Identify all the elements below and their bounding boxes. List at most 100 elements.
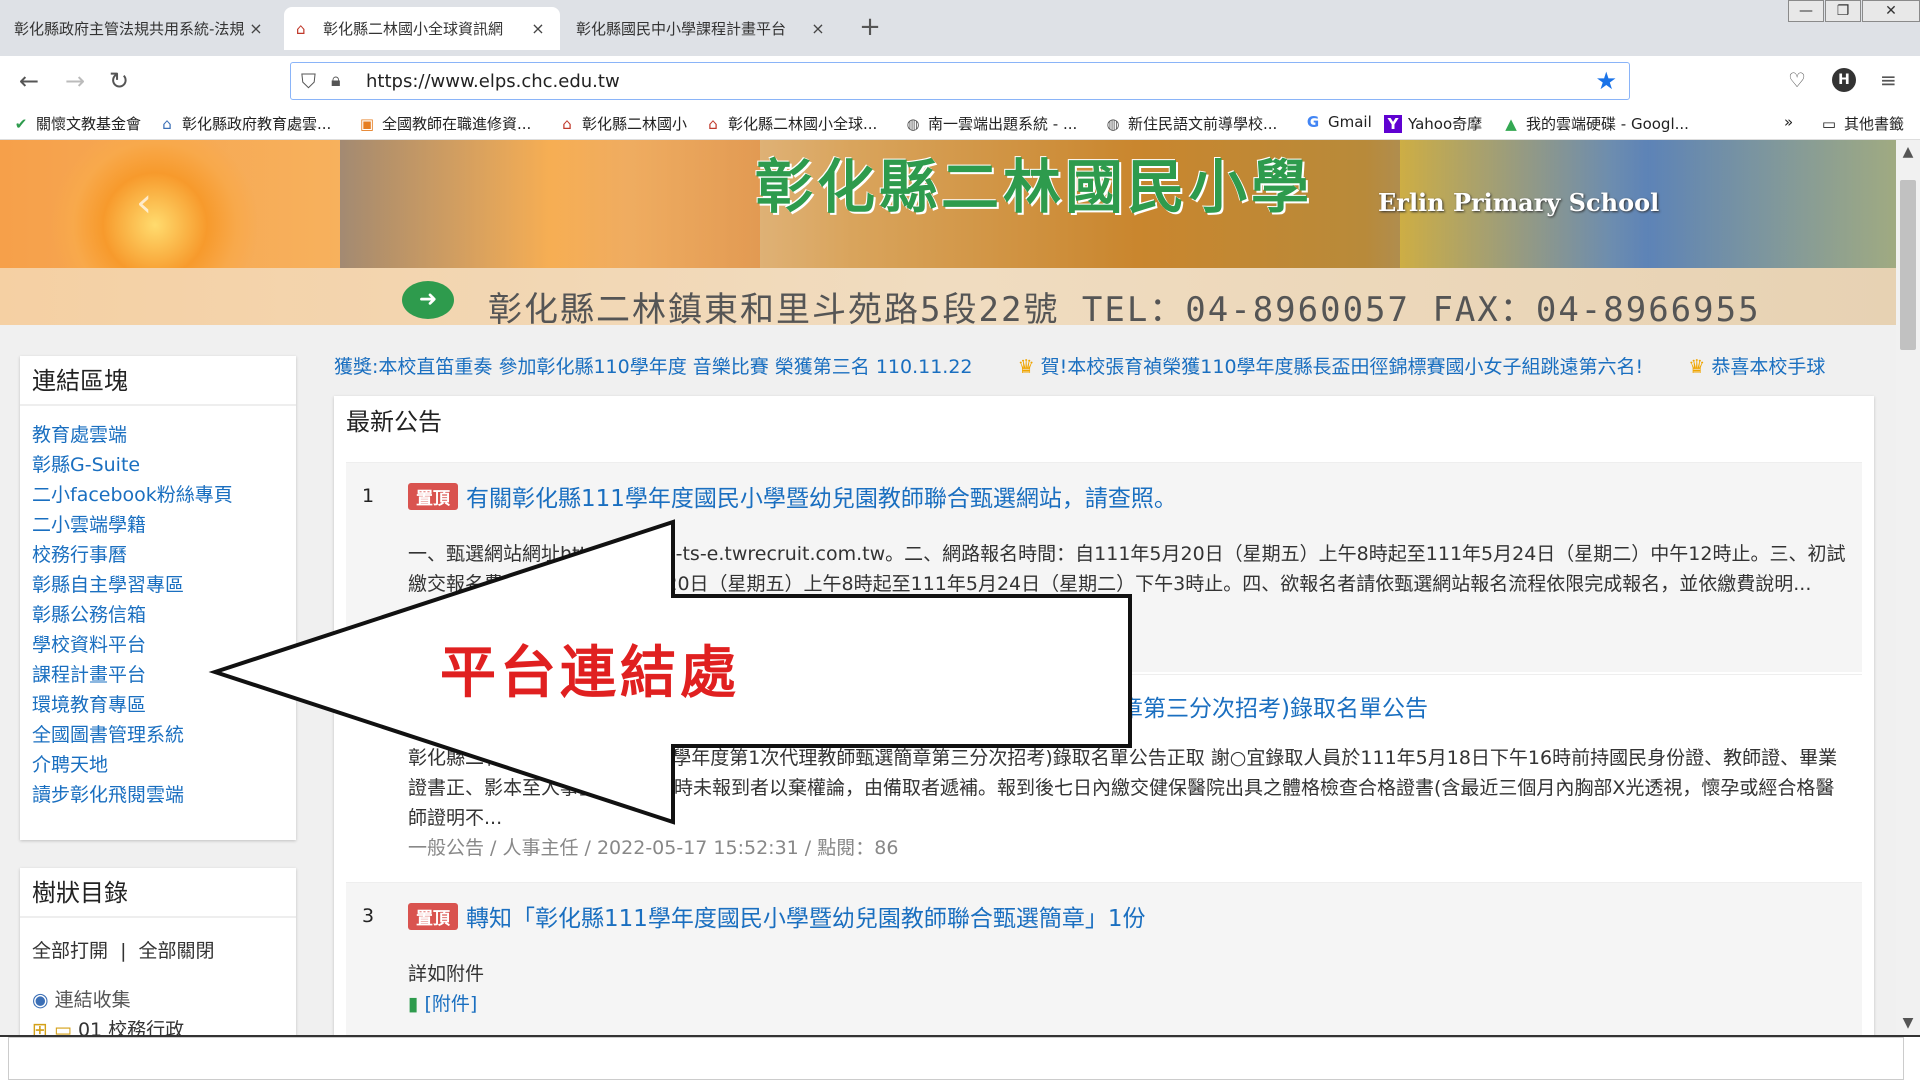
attachment-link[interactable]: ▮ [附件]: [408, 989, 477, 1016]
scroll-down-icon[interactable]: ▼: [1896, 1015, 1920, 1031]
file-icon: ▮: [408, 993, 425, 1015]
bookmark-label: 關懷文教基金會: [36, 115, 142, 133]
globe-icon: ◉: [32, 989, 55, 1011]
folder-icon: ⊞ ▭: [32, 1019, 78, 1035]
page-scrollbar[interactable]: ▲ ▼: [1896, 140, 1920, 1035]
bookmark-item[interactable]: ✔ 關懷文教基金會: [12, 113, 141, 134]
sidebar-link[interactable]: 教育處雲端: [20, 420, 296, 450]
minimize-button[interactable]: —: [1788, 0, 1824, 22]
sidebar-link[interactable]: 課程計畫平台: [20, 660, 296, 690]
bookmark-item[interactable]: ⌂ 彰化縣政府教育處雲...: [158, 113, 331, 134]
lock-icon[interactable]: 🔒︎: [331, 70, 341, 91]
forward-button[interactable]: →: [58, 64, 92, 98]
scrollbar-thumb[interactable]: [1900, 180, 1916, 350]
bottom-panel: [0, 1035, 1920, 1080]
school-name: 彰化縣二林國民小學: [755, 153, 1314, 221]
tab-close-icon[interactable]: ×: [246, 19, 266, 38]
bookmark-icon: ⌂: [708, 114, 718, 133]
tree-close-all-link[interactable]: 全部關閉: [139, 940, 215, 962]
bookmark-icon: Y: [1384, 114, 1402, 133]
new-tab-button[interactable]: +: [858, 10, 882, 44]
sidebar-link[interactable]: 彰縣G-Suite: [20, 450, 296, 480]
announcement-header: 置頂 轉知「彰化縣111學年度國民小學暨幼兒園教師聯合甄選簡章」1份: [408, 899, 1146, 933]
bookmark-item[interactable]: ⌂ 彰化縣二林國小全球...: [704, 113, 877, 134]
bookmark-item[interactable]: Y Yahoo奇摩: [1384, 113, 1482, 134]
banner-prev-arrow-icon[interactable]: ‹: [136, 180, 152, 226]
marquee-item[interactable]: ♛ 賀!本校張育禎榮獲110學年度縣長盃田徑錦標賽國小女子組跳遠第六名!: [1018, 352, 1644, 379]
tree-block: 樹狀目錄 全部打開 | 全部關閉 ◉ 連結收集 ⊞ ▭ 01 校務行政: [20, 868, 296, 1035]
bottom-inner-box: [8, 1037, 1904, 1080]
annotation-label: 平台連結處: [440, 641, 740, 706]
announcement-title-link[interactable]: 轉知「彰化縣111學年度國民小學暨幼兒園教師聯合甄選簡章」1份: [466, 899, 1146, 933]
bookmark-icon: ✔: [14, 114, 28, 133]
tab-curriculum-platform[interactable]: 彰化縣國民中小學課程計畫平台 ×: [564, 7, 840, 50]
address-bar[interactable]: ⛉ 🔒︎ https://www.elps.chc.edu.tw ★: [290, 62, 1630, 100]
bookmark-item[interactable]: ▣ 全國教師在職進修資...: [358, 113, 531, 134]
bookmark-item[interactable]: ◍ 新住民語文前導學校...: [1104, 113, 1277, 134]
bookmark-icon: ⌂: [162, 114, 172, 133]
bookmarks-bar: ✔ 關懷文教基金會 ⌂ 彰化縣政府教育處雲... ▣ 全國教師在職進修資... ⌂ 彰化…: [0, 106, 1920, 140]
marquee-text: 恭喜本校手球: [1711, 356, 1826, 378]
marquee-item[interactable]: 獲獎:本校直笛重奏 參加彰化縣110學年度 音樂比賽 榮獲第三名 110.11.…: [334, 352, 973, 379]
tree-block-title: 樹狀目錄: [20, 868, 296, 918]
shield-icon[interactable]: ⛉: [301, 69, 316, 93]
profile-avatar[interactable]: H: [1832, 68, 1856, 92]
bookmark-item[interactable]: ◍ 南一雲端出題系統 - ...: [904, 113, 1077, 134]
sidebar-link[interactable]: 校務行事曆: [20, 540, 296, 570]
marquee-text: 賀!本校張育禎榮獲110學年度縣長盃田徑錦標賽國小女子組跳遠第六名!: [1040, 356, 1644, 378]
announcements-panel: 最新公告 1 置頂 有關彰化縣111學年度國民小學暨幼兒園教師聯合甄選網站，請查…: [334, 396, 1874, 1035]
announcement-body: 一、甄選網站網址https://v111-ts-e.twrecruit.com.…: [408, 543, 1846, 595]
bookmark-label: Yahoo奇摩: [1408, 115, 1483, 133]
school-banner: ‹ 彰化縣二林國民小學 Erlin Primary School ➜ 彰化縣二林…: [0, 140, 1896, 325]
tree-controls: 全部打開 | 全部關閉: [20, 918, 296, 963]
other-bookmarks-label: 其他書籤: [1844, 115, 1905, 133]
marquee-item[interactable]: ♛ 恭喜本校手球: [1688, 352, 1825, 379]
attachment-label: [附件]: [424, 993, 478, 1015]
back-button[interactable]: ←: [12, 64, 46, 98]
bookmark-item[interactable]: ⌂ 彰化縣二林國小: [558, 113, 687, 134]
bookmarks-overflow-button[interactable]: »: [1784, 113, 1793, 131]
bookmark-label: Gmail: [1328, 113, 1372, 131]
tab-regulations[interactable]: 彰化縣政府主管法規共用系統-法規 ×: [2, 7, 278, 50]
announcement-title-link[interactable]: 有關彰化縣111學年度國民小學暨幼兒園教師聯合甄選網站，請查照。: [466, 479, 1177, 513]
tab-close-icon[interactable]: ×: [808, 19, 828, 38]
announcement-item: 3 置頂 轉知「彰化縣111學年度國民小學暨幼兒園教師聯合甄選簡章」1份 詳如附…: [346, 882, 1862, 1035]
sidebar-link[interactable]: 讀步彰化飛閱雲端: [20, 780, 296, 810]
url-text[interactable]: https://www.elps.chc.edu.tw: [366, 71, 620, 92]
sidebar-link[interactable]: 環境教育專區: [20, 690, 296, 720]
browser-window: 彰化縣政府主管法規共用系統-法規 × ⌂ 彰化縣二林國小全球資訊網 × 彰化縣國…: [0, 0, 1920, 1080]
pocket-icon[interactable]: ♡: [1788, 68, 1806, 92]
announcement-body: 彰化縣二林鎮二林國民小學111學年度第1次代理教師甄選簡章第三分次招考)錄取名單…: [408, 747, 1838, 829]
sidebar-link[interactable]: 全國圖書管理系統: [20, 720, 296, 750]
tree-open-all-link[interactable]: 全部打開: [32, 940, 108, 962]
close-window-button[interactable]: ✕: [1862, 0, 1920, 22]
bookmark-icon: G: [1306, 113, 1320, 131]
students-photo: [340, 140, 760, 280]
sidebar-link[interactable]: 彰縣公務信箱: [20, 600, 296, 630]
sidebar-link[interactable]: 學校資料平台: [20, 630, 296, 660]
tree-item[interactable]: ◉ 連結收集: [20, 985, 296, 1015]
school-favicon-icon: ⌂: [296, 19, 306, 38]
browser-toolbar: ← → ↻ ⛉ 🔒︎ https://www.elps.chc.edu.tw ★…: [0, 56, 1920, 106]
pinned-badge: 置頂: [408, 482, 458, 510]
maximize-button[interactable]: ❐: [1825, 0, 1861, 22]
links-block: 連結區塊 教育處雲端 彰縣G-Suite 二小facebook粉絲專頁 二小雲端學籍校…: [20, 356, 296, 840]
other-bookmarks[interactable]: ▭ 其他書籤: [1820, 113, 1904, 134]
reload-button[interactable]: ↻: [102, 64, 136, 98]
scroll-up-icon[interactable]: ▲: [1896, 144, 1920, 160]
announcement-title-link[interactable]: 章第三分次招考)錄取名單公告: [1120, 689, 1428, 723]
bookmark-item[interactable]: G Gmail: [1304, 113, 1372, 131]
tree-item[interactable]: ⊞ ▭ 01 校務行政: [20, 1015, 296, 1035]
announcement-header: 章第三分次招考)錄取名單公告: [1120, 689, 1428, 723]
sidebar-link[interactable]: 彰縣自主學習專區: [20, 570, 296, 600]
sidebar-link[interactable]: 二小雲端學籍: [20, 510, 296, 540]
bookmark-item[interactable]: ▲ 我的雲端硬碟 - Googl...: [1502, 113, 1689, 134]
sidebar-link[interactable]: 介聘天地: [20, 750, 296, 780]
tab-erlin-school[interactable]: ⌂ 彰化縣二林國小全球資訊網 ×: [284, 7, 560, 50]
bookmark-star-icon[interactable]: ★: [1595, 67, 1617, 95]
announcement-meta: 一般公告 / 人事主任 / 2022-05-17 15:52:31 / 點閱：8…: [408, 837, 899, 859]
tab-close-icon[interactable]: ×: [528, 19, 548, 38]
menu-icon[interactable]: ≡: [1880, 68, 1897, 92]
sidebar-link[interactable]: 二小facebook粉絲專頁: [20, 480, 296, 510]
window-controls: — ❐ ✕: [1787, 0, 1920, 24]
